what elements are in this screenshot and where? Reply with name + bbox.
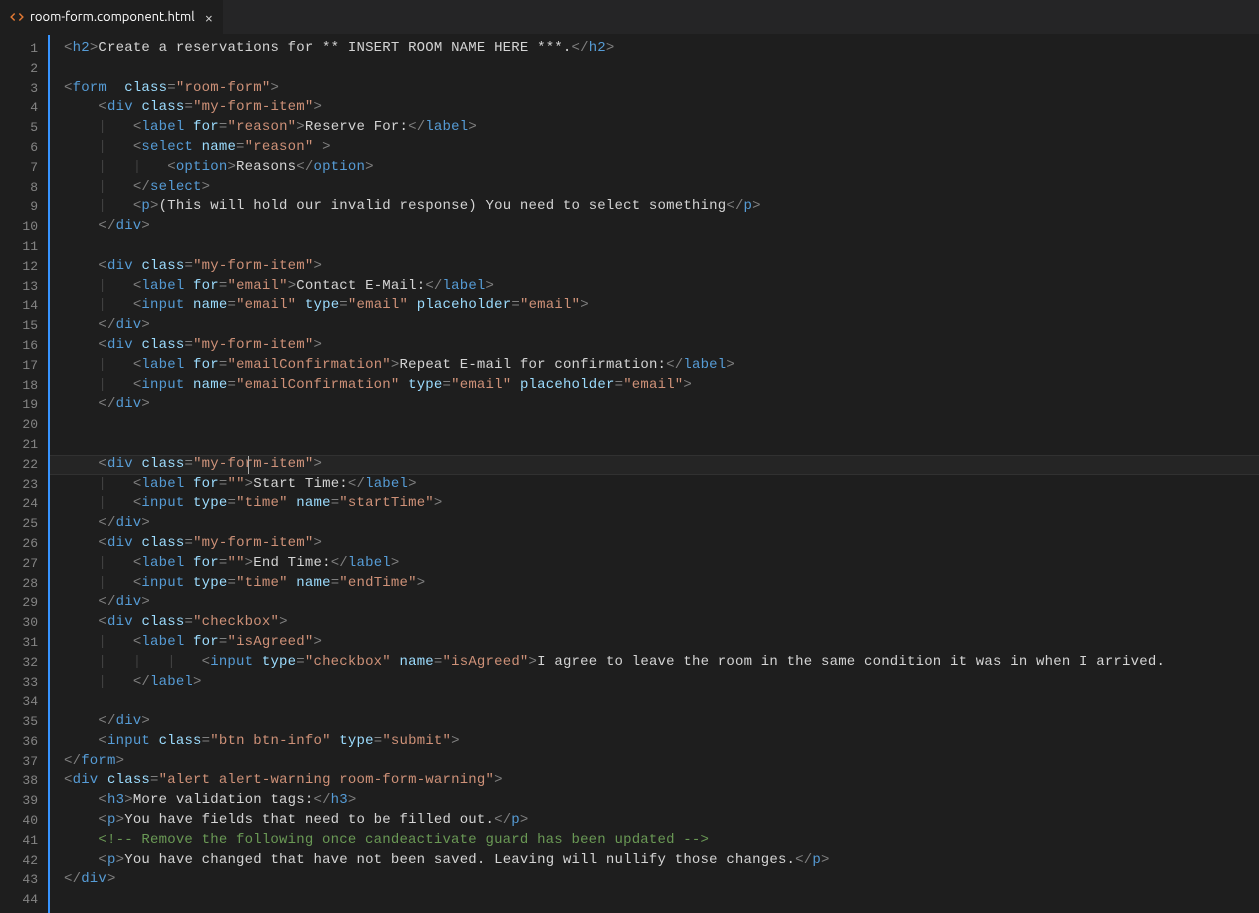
line-number: 38 <box>0 771 38 791</box>
line-number: 24 <box>0 494 38 514</box>
line-number: 11 <box>0 237 38 257</box>
line-number: 32 <box>0 653 38 673</box>
line-number: 39 <box>0 791 38 811</box>
line-number: 25 <box>0 514 38 534</box>
code-line[interactable]: </form> <box>64 752 1259 772</box>
code-line[interactable]: </div> <box>64 217 1259 237</box>
code-line[interactable] <box>64 890 1259 910</box>
code-line[interactable]: </div> <box>64 395 1259 415</box>
code-line[interactable]: </div> <box>64 870 1259 890</box>
code-line[interactable]: <div class="my-form-item"> <box>64 455 1259 475</box>
line-number: 12 <box>0 257 38 277</box>
line-number: 7 <box>0 158 38 178</box>
code-line[interactable]: | <label for="emailConfirmation">Repeat … <box>64 356 1259 376</box>
line-number: 35 <box>0 712 38 732</box>
line-number: 10 <box>0 217 38 237</box>
code-line[interactable]: <p>You have changed that have not been s… <box>64 851 1259 871</box>
line-number: 31 <box>0 633 38 653</box>
tab-bar: room-form.component.html × <box>0 0 1259 35</box>
line-number: 19 <box>0 395 38 415</box>
code-line[interactable]: <div class="my-form-item"> <box>64 257 1259 277</box>
code-line[interactable]: | <input type="time" name="startTime"> <box>64 494 1259 514</box>
code-line[interactable]: | <p>(This will hold our invalid respons… <box>64 197 1259 217</box>
code-line[interactable] <box>64 435 1259 455</box>
code-line[interactable]: <!-- Remove the following once candeacti… <box>64 831 1259 851</box>
line-number: 44 <box>0 890 38 910</box>
line-number: 29 <box>0 593 38 613</box>
code-line[interactable]: | </label> <box>64 673 1259 693</box>
line-number: 1 <box>0 39 38 59</box>
code-content[interactable]: <h2>Create a reservations for ** INSERT … <box>50 35 1259 913</box>
line-number: 5 <box>0 118 38 138</box>
code-line[interactable]: | <label for="email">Contact E-Mail:</la… <box>64 277 1259 297</box>
line-number: 41 <box>0 831 38 851</box>
code-line[interactable]: <input class="btn btn-info" type="submit… <box>64 732 1259 752</box>
line-number: 43 <box>0 870 38 890</box>
line-number: 13 <box>0 277 38 297</box>
code-line[interactable]: </div> <box>64 593 1259 613</box>
code-line[interactable]: <form class="room-form"> <box>64 79 1259 99</box>
code-line[interactable]: | <label for="reason">Reserve For:</labe… <box>64 118 1259 138</box>
editor-area: 1234567891011121314151617181920212223242… <box>0 35 1259 913</box>
line-number: 3 <box>0 79 38 99</box>
line-number: 37 <box>0 752 38 772</box>
line-number: 22 <box>0 455 38 475</box>
code-line[interactable] <box>64 237 1259 257</box>
line-number: 18 <box>0 376 38 396</box>
line-number: 23 <box>0 475 38 495</box>
line-number: 6 <box>0 138 38 158</box>
code-line[interactable]: | <label for="">Start Time:</label> <box>64 475 1259 495</box>
line-number: 27 <box>0 554 38 574</box>
close-icon[interactable]: × <box>205 9 213 26</box>
line-number-gutter: 1234567891011121314151617181920212223242… <box>0 35 50 913</box>
code-line[interactable]: | <select name="reason" > <box>64 138 1259 158</box>
code-line[interactable]: | <input name="email" type="email" place… <box>64 296 1259 316</box>
code-line[interactable] <box>64 59 1259 79</box>
code-line[interactable]: </div> <box>64 514 1259 534</box>
line-number: 17 <box>0 356 38 376</box>
code-line[interactable]: | <label for="">End Time:</label> <box>64 554 1259 574</box>
line-number: 8 <box>0 178 38 198</box>
code-line[interactable]: | </select> <box>64 178 1259 198</box>
line-number: 15 <box>0 316 38 336</box>
code-line[interactable]: | | <option>Reasons</option> <box>64 158 1259 178</box>
html-file-icon <box>10 10 24 24</box>
code-line[interactable]: <div class="checkbox"> <box>64 613 1259 633</box>
line-number: 26 <box>0 534 38 554</box>
code-line[interactable]: <p>You have fields that need to be fille… <box>64 811 1259 831</box>
code-line[interactable]: | <input type="time" name="endTime"> <box>64 574 1259 594</box>
line-number: 20 <box>0 415 38 435</box>
code-line[interactable]: <h3>More validation tags:</h3> <box>64 791 1259 811</box>
code-line[interactable]: | <input name="emailConfirmation" type="… <box>64 376 1259 396</box>
code-line[interactable]: <div class="my-form-item"> <box>64 98 1259 118</box>
code-line[interactable]: <div class="my-form-item"> <box>64 336 1259 356</box>
line-number: 4 <box>0 98 38 118</box>
code-line[interactable]: </div> <box>64 712 1259 732</box>
code-line[interactable]: <div class="my-form-item"> <box>64 534 1259 554</box>
line-number: 21 <box>0 435 38 455</box>
code-line[interactable]: <div class="alert alert-warning room-for… <box>64 771 1259 791</box>
line-number: 33 <box>0 673 38 693</box>
line-number: 16 <box>0 336 38 356</box>
line-number: 36 <box>0 732 38 752</box>
tab-filename: room-form.component.html <box>30 10 195 24</box>
line-number: 34 <box>0 692 38 712</box>
line-number: 9 <box>0 197 38 217</box>
code-line[interactable] <box>64 692 1259 712</box>
code-line[interactable]: | | | <input type="checkbox" name="isAgr… <box>64 653 1259 673</box>
line-number: 30 <box>0 613 38 633</box>
line-number: 42 <box>0 851 38 871</box>
line-number: 14 <box>0 296 38 316</box>
line-number: 40 <box>0 811 38 831</box>
line-number: 2 <box>0 59 38 79</box>
code-line[interactable]: </div> <box>64 316 1259 336</box>
line-number: 28 <box>0 574 38 594</box>
code-line[interactable]: | <label for="isAgreed"> <box>64 633 1259 653</box>
code-line[interactable]: <h2>Create a reservations for ** INSERT … <box>64 39 1259 59</box>
editor-tab[interactable]: room-form.component.html × <box>0 0 224 34</box>
code-line[interactable] <box>64 415 1259 435</box>
